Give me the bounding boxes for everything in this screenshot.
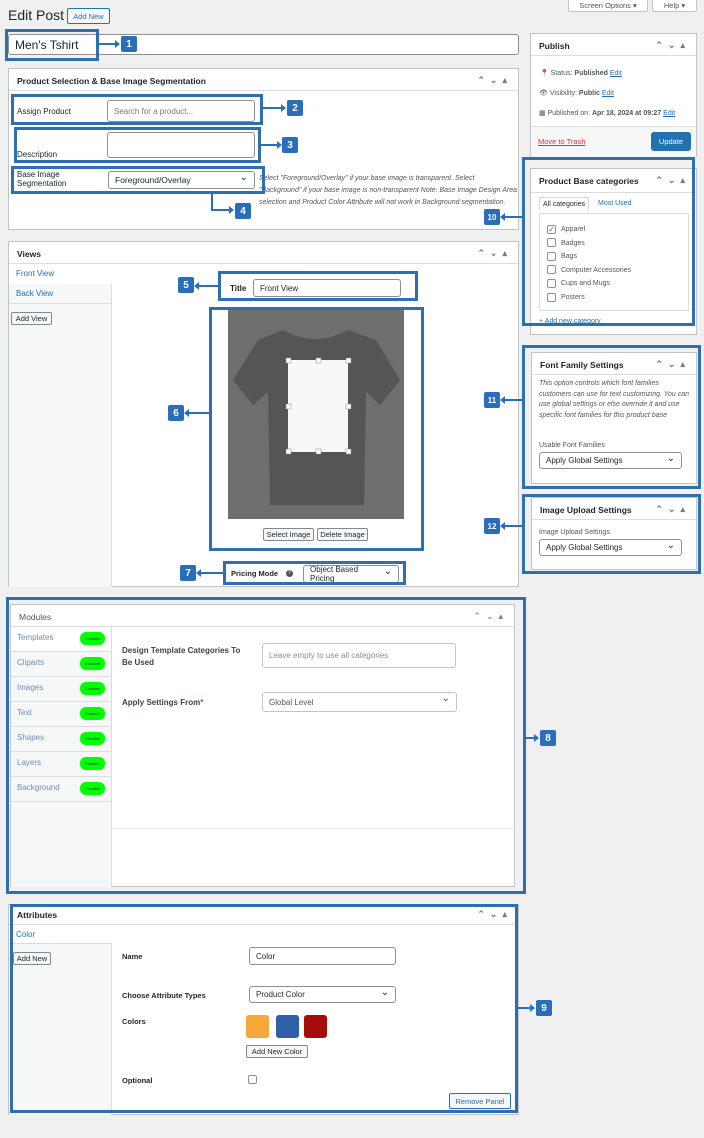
annotation-box-8 xyxy=(6,597,526,894)
annotation-arrow xyxy=(211,206,234,214)
annotation-badge-2: 2 xyxy=(287,100,303,116)
edit-date-link[interactable]: Edit xyxy=(663,110,675,117)
add-new-button[interactable]: Add New xyxy=(67,8,110,24)
annotation-arrow xyxy=(500,396,522,404)
pin-icon: 📍 xyxy=(540,70,549,77)
edit-status-link[interactable]: Edit xyxy=(610,70,622,77)
annotation-arrow xyxy=(518,1004,535,1012)
page-title: Edit Post xyxy=(8,7,65,23)
annotation-arrow xyxy=(184,409,209,417)
annotation-badge-9: 9 xyxy=(536,1000,552,1016)
annotation-badge-12: 12 xyxy=(484,518,500,534)
status-row: 📍 Status: Published Edit xyxy=(540,70,622,77)
annotation-box-3 xyxy=(14,127,261,163)
screen-options-button[interactable]: Screen Options ▾ xyxy=(568,0,648,12)
visibility-row: 👁 Visibility: Public Edit xyxy=(539,90,614,97)
annotation-arrow xyxy=(99,40,120,48)
help-button[interactable]: Help ▾ xyxy=(652,0,697,12)
panel-title: Publish xyxy=(539,41,570,51)
annotation-arrow xyxy=(526,734,539,742)
annotation-arrow xyxy=(194,282,218,290)
annotation-box-11 xyxy=(522,345,701,489)
annotation-badge-7: 7 xyxy=(180,565,196,581)
annotation-badge-11: 11 xyxy=(484,392,500,408)
annotation-box-4 xyxy=(11,166,265,194)
calendar-icon: ▦ xyxy=(539,110,546,117)
move-to-trash-link[interactable]: Move to Trash xyxy=(538,137,586,146)
annotation-box-2 xyxy=(11,94,263,125)
edit-visibility-link[interactable]: Edit xyxy=(602,90,614,97)
panel-title: Views xyxy=(17,249,41,259)
panel-controls-icon[interactable]: ⌃⌄▴ xyxy=(477,75,512,86)
segmentation-help: Select "Foreground/Overlay" if your base… xyxy=(259,175,518,206)
annotation-badge-8: 8 xyxy=(540,730,556,746)
eye-icon: 👁 xyxy=(539,90,548,97)
panel-controls-icon[interactable]: ⌃⌄▴ xyxy=(477,248,512,259)
annotation-badge-3: 3 xyxy=(282,137,298,153)
tab-front-view[interactable]: Front View xyxy=(9,264,112,284)
published-row: ▦ Published on: Apr 18, 2024 at 09:27 Ed… xyxy=(539,110,676,117)
update-button[interactable]: Update xyxy=(651,132,691,151)
annotation-badge-5: 5 xyxy=(178,277,194,293)
annotation-box-1 xyxy=(5,29,99,61)
annotation-arrow xyxy=(261,141,282,149)
annotation-box-7 xyxy=(223,561,406,585)
annotation-arrow xyxy=(263,104,286,112)
annotation-arrow xyxy=(500,213,522,221)
add-view-button[interactable]: Add View xyxy=(11,312,52,325)
publish-panel: Publish ⌃⌄▴ 📍 Status: Published Edit 👁 Vi… xyxy=(530,33,697,157)
annotation-box-6 xyxy=(209,307,424,551)
annotation-badge-10: 10 xyxy=(484,209,500,225)
annotation-badge-4: 4 xyxy=(235,203,251,219)
tab-back-view[interactable]: Back View xyxy=(9,284,112,304)
panel-controls-icon[interactable]: ⌃⌄▴ xyxy=(655,40,690,51)
panel-title: Product Selection & Base Image Segmentat… xyxy=(17,76,206,86)
tab-all-categories[interactable]: All categories xyxy=(539,197,590,211)
annotation-box-10 xyxy=(522,157,695,326)
annotation-box-9 xyxy=(10,904,518,1113)
annotation-arrow xyxy=(196,569,223,577)
annotation-badge-1: 1 xyxy=(121,36,137,52)
annotation-box-12 xyxy=(522,494,701,574)
annotation-badge-6: 6 xyxy=(168,405,184,421)
annotation-arrow xyxy=(500,522,522,530)
annotation-box-5 xyxy=(218,271,418,301)
